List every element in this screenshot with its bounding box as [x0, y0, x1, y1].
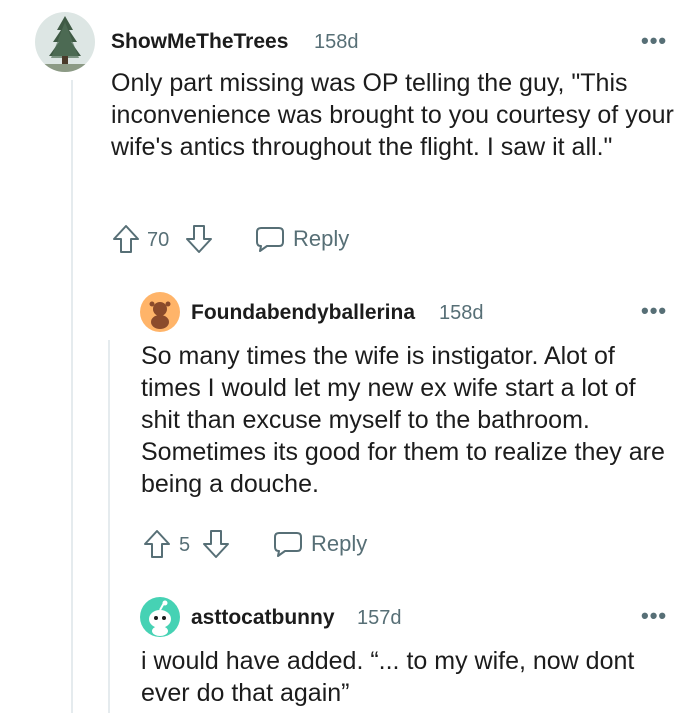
more-options-icon[interactable]: •••: [641, 603, 667, 629]
comment-bubble-icon: [256, 227, 284, 252]
username[interactable]: ShowMeTheTrees: [111, 30, 288, 54]
comment-body: i would have added. “... to my wife, now…: [141, 647, 635, 707]
avatar[interactable]: [35, 12, 95, 72]
comment-body: Only part missing was OP telling the guy…: [111, 69, 674, 161]
comment-age: 157d: [357, 607, 402, 629]
vote-count: 5: [179, 534, 191, 556]
reply-button[interactable]: Reply: [273, 529, 383, 559]
tree-avatar-icon: [35, 12, 95, 72]
thread-line: [108, 340, 110, 713]
comment-bubble-icon: [274, 532, 302, 557]
comment-age: 158d: [314, 31, 359, 53]
username[interactable]: asttocatbunny: [191, 606, 335, 630]
avatar[interactable]: [140, 597, 180, 637]
avatar[interactable]: [140, 292, 180, 332]
reply-label: Reply: [293, 226, 350, 251]
username[interactable]: Foundabendyballerina: [191, 301, 415, 325]
snoo-avatar-teal-icon: [140, 597, 180, 637]
downvote-icon[interactable]: [202, 529, 230, 559]
upvote-icon[interactable]: [143, 529, 171, 559]
downvote-icon[interactable]: [185, 224, 213, 254]
reply-button[interactable]: Reply: [255, 224, 365, 254]
vote-count: 70: [147, 229, 170, 251]
upvote-icon[interactable]: [112, 224, 140, 254]
more-options-icon[interactable]: •••: [641, 298, 667, 324]
thread-line: [71, 80, 73, 713]
comment-body: So many times the wife is instigator. Al…: [141, 342, 665, 498]
more-options-icon[interactable]: •••: [641, 28, 667, 54]
snoo-avatar-orange-icon: [140, 292, 180, 332]
reply-label: Reply: [311, 531, 368, 556]
comment-age: 158d: [439, 302, 484, 324]
